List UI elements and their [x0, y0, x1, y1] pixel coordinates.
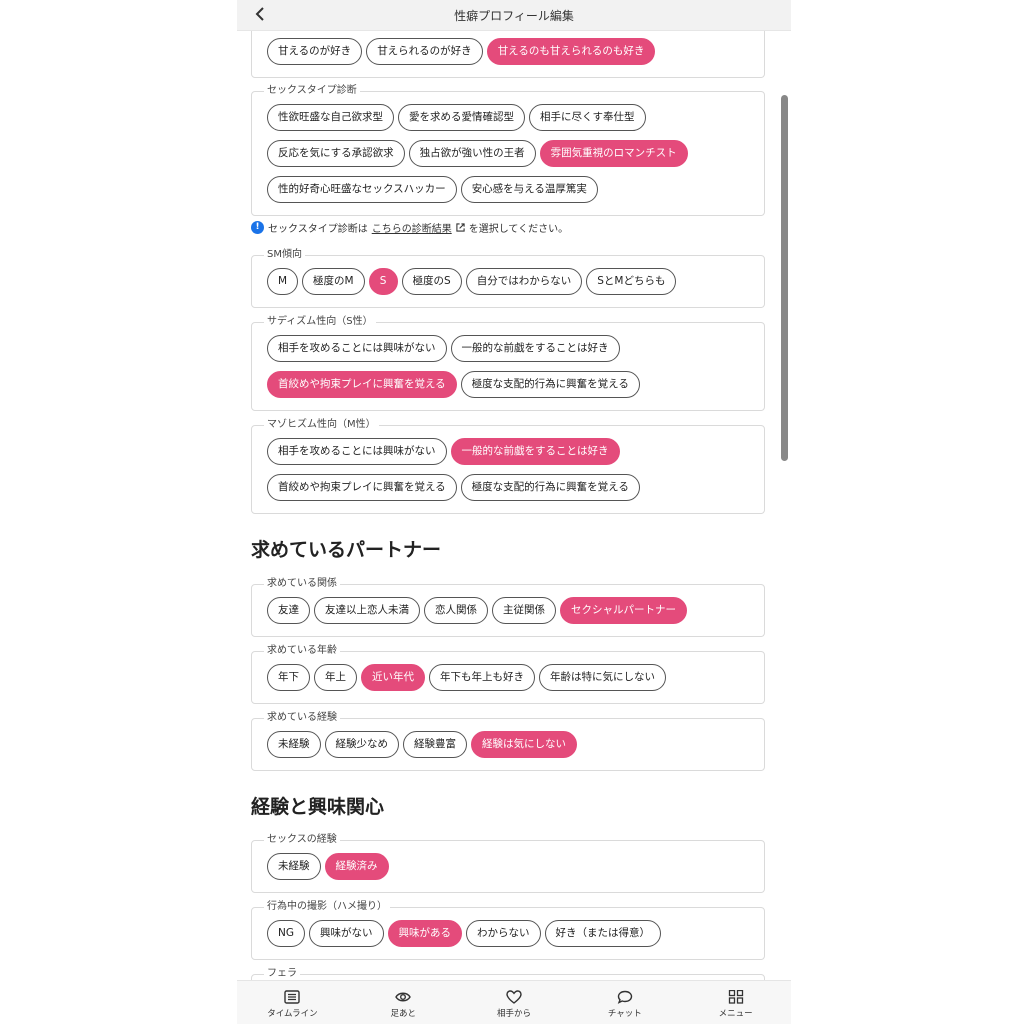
- experience-option-selected[interactable]: 経験は気にしない: [471, 731, 577, 758]
- sex-type-note: ! セックスタイプ診断は こちらの診断結果 を選択してください。: [251, 220, 568, 235]
- sex-type-option[interactable]: 独占欲が強い性の王者: [408, 140, 536, 167]
- sm-option[interactable]: 自分ではわからない: [465, 268, 583, 295]
- masochism-option[interactable]: 極度な支配的行為に興奮を覚える: [460, 474, 640, 501]
- filming-option[interactable]: 好き（または得意）: [544, 920, 661, 947]
- bottom-nav: タイムライン 足あと 相手から チャット メニュー: [237, 980, 791, 1024]
- filming-option[interactable]: 興味がない: [309, 920, 384, 947]
- nav-footprints-label: 足あと: [390, 1009, 416, 1019]
- sadism-group: サディズム性向（S性） 相手を攻めることには興味がない 一般的な前戯をすることは…: [251, 315, 765, 411]
- relation-option[interactable]: 主従関係: [492, 597, 556, 624]
- sex-experience-group: セックスの経験 未経験 経験済み: [251, 833, 765, 893]
- age-option-selected[interactable]: 近い年代: [361, 664, 425, 691]
- sm-option[interactable]: 極度のM: [302, 268, 365, 295]
- nav-menu[interactable]: メニュー: [680, 981, 791, 1024]
- interest-section-title: 経験と興味関心: [251, 796, 385, 818]
- heart-icon: [506, 990, 522, 1004]
- sm-option[interactable]: 極度のS: [401, 268, 462, 295]
- note-suffix: を選択してください。: [468, 224, 569, 235]
- sex-type-option[interactable]: 愛を求める愛情確認型: [398, 104, 525, 131]
- sex-type-option-selected[interactable]: 雰囲気重視のロマンチスト: [539, 140, 688, 167]
- grid-menu-icon: [728, 990, 743, 1004]
- sex-type-option[interactable]: 相手に尽くす奉仕型: [529, 104, 646, 131]
- sm-option[interactable]: M: [267, 268, 298, 295]
- amae-option[interactable]: 甘えられるのが好き: [366, 38, 483, 65]
- nav-likes-label: 相手から: [496, 1009, 531, 1019]
- nav-timeline[interactable]: タイムライン: [237, 981, 348, 1024]
- nav-timeline-label: タイムライン: [267, 1009, 318, 1019]
- filming-option[interactable]: NG: [267, 920, 305, 947]
- sex-type-option[interactable]: 性的好奇心旺盛なセックスハッカー: [267, 176, 457, 203]
- nav-footprints[interactable]: 足あと: [348, 981, 459, 1024]
- experience-option[interactable]: 経験少なめ: [324, 731, 399, 758]
- age-label: 求めている年齢: [264, 644, 340, 658]
- sex-experience-option-selected[interactable]: 経験済み: [324, 853, 389, 880]
- sadism-option-selected[interactable]: 首絞めや拘束プレイに興奮を覚える: [267, 371, 457, 398]
- sm-option[interactable]: SとMどちらも: [586, 268, 677, 295]
- masochism-label: マゾヒズム性向（M性）: [264, 418, 379, 432]
- masochism-option-selected[interactable]: 一般的な前戯をすることは好き: [450, 438, 620, 465]
- filming-option[interactable]: わからない: [466, 920, 541, 947]
- relation-option[interactable]: 恋人関係: [424, 597, 488, 624]
- age-option[interactable]: 年齢は特に気にしない: [539, 664, 666, 691]
- fellatio-label: フェラ: [264, 967, 300, 980]
- age-option[interactable]: 年下も年上も好き: [429, 664, 535, 691]
- relation-option[interactable]: 友達: [267, 597, 310, 624]
- relation-group: 求めている関係 友達 友達以上恋人未満 恋人関係 主従関係 セクシャルパートナー: [251, 577, 765, 637]
- experience-option[interactable]: 経験豊富: [403, 731, 467, 758]
- experience-group: 求めている経験 未経験 経験少なめ 経験豊富 経験は気にしない: [251, 711, 765, 771]
- info-icon: !: [251, 221, 264, 234]
- experience-option[interactable]: 未経験: [267, 731, 321, 758]
- sm-option-selected[interactable]: S: [368, 268, 398, 295]
- masochism-option[interactable]: 首絞めや拘束プレイに興奮を覚える: [267, 474, 457, 501]
- filming-option-selected[interactable]: 興味がある: [387, 920, 462, 947]
- sadism-option[interactable]: 極度な支配的行為に興奮を覚える: [460, 371, 640, 398]
- sex-experience-label: セックスの経験: [264, 833, 340, 847]
- amae-option[interactable]: 甘えるのが好き: [267, 38, 363, 65]
- filming-label: 行為中の撮影（ハメ撮り）: [264, 900, 390, 914]
- sadism-option[interactable]: 一般的な前戯をすることは好き: [450, 335, 620, 362]
- relation-option[interactable]: 友達以上恋人未満: [314, 597, 420, 624]
- scrollbar-thumb[interactable]: [781, 95, 788, 461]
- partner-section-title: 求めているパートナー: [251, 539, 442, 561]
- scroll-content[interactable]: 甘えるのが好き 甘えられるのが好き 甘えるのも甘えられるのも好き セックスタイプ…: [237, 30, 791, 980]
- age-option[interactable]: 年下: [267, 664, 310, 691]
- sm-group: SM傾向 M 極度のM S 極度のS 自分ではわからない SとMどちらも: [251, 248, 765, 308]
- masochism-group: マゾヒズム性向（M性） 相手を攻めることには興味がない 一般的な前戯をすることは…: [251, 418, 765, 514]
- eye-icon: [395, 992, 412, 1002]
- nav-chat-label: チャット: [607, 1009, 642, 1019]
- nav-likes[interactable]: 相手から: [459, 981, 570, 1024]
- sadism-option[interactable]: 相手を攻めることには興味がない: [267, 335, 447, 362]
- sm-label: SM傾向: [264, 248, 305, 262]
- filming-group: 行為中の撮影（ハメ撮り） NG 興味がない 興味がある わからない 好き（または…: [251, 900, 765, 960]
- nav-chat[interactable]: チャット: [569, 981, 680, 1024]
- age-group: 求めている年齢 年下 年上 近い年代 年下も年上も好き 年齢は特に気にしない: [251, 644, 765, 704]
- experience-label: 求めている経験: [264, 711, 340, 725]
- external-link-icon: [456, 223, 465, 232]
- amae-group: 甘えるのが好き 甘えられるのが好き 甘えるのも甘えられるのも好き: [251, 30, 765, 78]
- page-title: 性癖プロフィール編集: [454, 9, 574, 23]
- masochism-option[interactable]: 相手を攻めることには興味がない: [267, 438, 447, 465]
- header: 性癖プロフィール編集: [237, 0, 791, 31]
- chat-bubble-icon: [617, 990, 632, 1004]
- sex-type-option[interactable]: 反応を気にする承認欲求: [267, 140, 405, 167]
- note-prefix: セックスタイプ診断は: [268, 224, 368, 235]
- relation-label: 求めている関係: [264, 577, 340, 591]
- sex-type-label: セックスタイプ診断: [264, 84, 360, 98]
- timeline-icon: [284, 990, 301, 1004]
- sex-type-option[interactable]: 安心感を与える温厚篤実: [460, 176, 598, 203]
- sex-type-group: セックスタイプ診断 性欲旺盛な自己欲求型 愛を求める愛情確認型 相手に尽くす奉仕…: [251, 84, 765, 216]
- sadism-label: サディズム性向（S性）: [264, 315, 376, 329]
- diagnosis-link[interactable]: こちらの診断結果: [372, 220, 452, 235]
- relation-option-selected[interactable]: セクシャルパートナー: [560, 597, 687, 624]
- nav-menu-label: メニュー: [718, 1009, 753, 1019]
- sex-experience-option[interactable]: 未経験: [267, 853, 321, 880]
- amae-option-selected[interactable]: 甘えるのも甘えられるのも好き: [486, 38, 656, 65]
- app-window: 性癖プロフィール編集 甘えるのが好き 甘えられるのが好き 甘えるのも甘えられるの…: [237, 0, 791, 1024]
- sex-type-option[interactable]: 性欲旺盛な自己欲求型: [267, 104, 394, 131]
- age-option[interactable]: 年上: [314, 664, 357, 691]
